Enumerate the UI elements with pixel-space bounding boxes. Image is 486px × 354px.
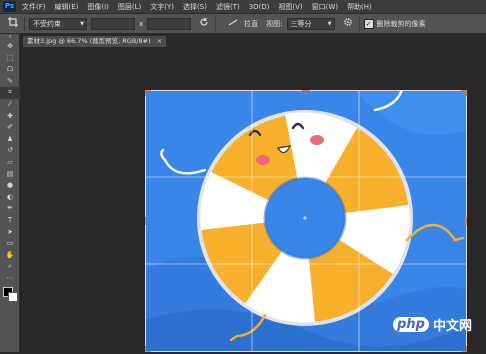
path-select-icon[interactable]: ➤ xyxy=(0,227,20,239)
crop-preview[interactable] xyxy=(144,83,468,353)
view-select[interactable]: 三等分 ▼ xyxy=(286,17,335,30)
chevron-down-icon: ▼ xyxy=(327,20,332,27)
menu-filter[interactable]: 滤镜(T) xyxy=(216,2,240,12)
delete-cropped-label: 删除裁剪的像素 xyxy=(376,19,426,28)
toolbox: » ✥ ⬚ ᗝ ✎ ⌗ ⁄ ✚ ✐ ♟ ↺ ▱ ▤ ● ◐ ✒ T ➤ ▭ ✋ … xyxy=(0,34,20,352)
marquee-icon[interactable]: ⬚ xyxy=(0,53,20,65)
menu-window[interactable]: 窗口(W) xyxy=(312,2,338,12)
watermark-text: 中文网 xyxy=(432,319,472,334)
photoshop-logo: Ps xyxy=(3,1,16,12)
menu-file[interactable]: 文件(F) xyxy=(22,2,46,12)
options-bar: 不受约束 ▼ x 拉直 视图: 三等分 ▼ ✓ 删除裁剪的像素 xyxy=(0,13,486,34)
menu-type[interactable]: 文字(Y) xyxy=(150,2,174,12)
width-input[interactable] xyxy=(91,17,135,30)
type-icon[interactable]: T xyxy=(0,215,20,227)
document-tab[interactable]: 素材3.jpg @ 66.7% (裁剪预览, RGB/8#) × xyxy=(23,36,167,47)
eraser-icon[interactable]: ▱ xyxy=(0,157,20,169)
ratio-select-value: 不受约束 xyxy=(33,19,61,28)
divider xyxy=(358,16,360,31)
php-logo: php xyxy=(393,317,429,332)
canvas-image xyxy=(144,83,468,353)
height-input[interactable] xyxy=(147,17,192,30)
pen-icon[interactable]: ✒ xyxy=(0,203,20,215)
gradient-icon[interactable]: ▤ xyxy=(0,169,20,181)
eyedropper-icon[interactable]: ⁄ xyxy=(0,99,20,111)
document-tab-bar: 素材3.jpg @ 66.7% (裁剪预览, RGB/8#) × xyxy=(20,34,486,47)
view-label: 视图: xyxy=(266,19,283,28)
menu-image[interactable]: 图像(I) xyxy=(87,2,109,12)
stamp-icon[interactable]: ♟ xyxy=(0,134,20,146)
quick-select-icon[interactable]: ✎ xyxy=(0,76,20,88)
dodge-icon[interactable]: ◐ xyxy=(0,192,20,204)
menu-edit[interactable]: 编辑(E) xyxy=(55,2,79,12)
divider xyxy=(24,16,25,31)
delete-cropped-checkbox[interactable]: ✓ xyxy=(363,18,374,29)
menu-help[interactable]: 帮助(H) xyxy=(347,2,372,12)
move-icon[interactable]: ✥ xyxy=(0,41,20,53)
lasso-icon[interactable]: ᗝ xyxy=(0,64,20,76)
rotate-icon[interactable] xyxy=(197,17,211,31)
blur-icon[interactable]: ● xyxy=(0,180,20,192)
zoom-icon[interactable]: ⌕ xyxy=(0,261,20,273)
gear-icon[interactable] xyxy=(341,17,355,31)
color-swatches[interactable] xyxy=(0,284,20,306)
more-tools-icon[interactable]: ⋯ xyxy=(0,273,20,285)
toolbox-collapse-icon[interactable]: » xyxy=(0,34,20,41)
straighten-icon[interactable] xyxy=(226,17,240,31)
view-select-value: 三等分 xyxy=(290,19,312,28)
ratio-select[interactable]: 不受约束 ▼ xyxy=(29,17,87,30)
menu-select[interactable]: 选择(S) xyxy=(183,2,207,12)
crop-icon[interactable]: ⌗ xyxy=(0,87,20,99)
shape-icon[interactable]: ▭ xyxy=(0,238,20,250)
crop-icon[interactable] xyxy=(6,16,20,31)
menu-3d[interactable]: 3D(D) xyxy=(249,3,270,11)
watermark: php 中文网 xyxy=(393,315,472,334)
swap-label: x xyxy=(139,19,144,28)
hand-icon[interactable]: ✋ xyxy=(0,250,20,262)
close-icon[interactable]: × xyxy=(157,37,162,45)
menu-bar: Ps 文件(F) 编辑(E) 图像(I) 图层(L) 文字(Y) 选择(S) 滤… xyxy=(0,0,486,13)
divider xyxy=(215,16,217,31)
straighten-label[interactable]: 拉直 xyxy=(244,19,258,29)
history-brush-icon[interactable]: ↺ xyxy=(0,145,20,157)
menu-layer[interactable]: 图层(L) xyxy=(118,2,141,12)
menu-view[interactable]: 视图(V) xyxy=(278,2,302,12)
background-color-swatch[interactable] xyxy=(8,292,18,303)
document-tab-label: 素材3.jpg @ 66.7% (裁剪预览, RGB/8#) xyxy=(27,37,151,45)
healing-icon[interactable]: ✚ xyxy=(0,111,20,123)
brush-icon[interactable]: ✐ xyxy=(0,122,20,134)
chevron-down-icon: ▼ xyxy=(80,20,84,27)
